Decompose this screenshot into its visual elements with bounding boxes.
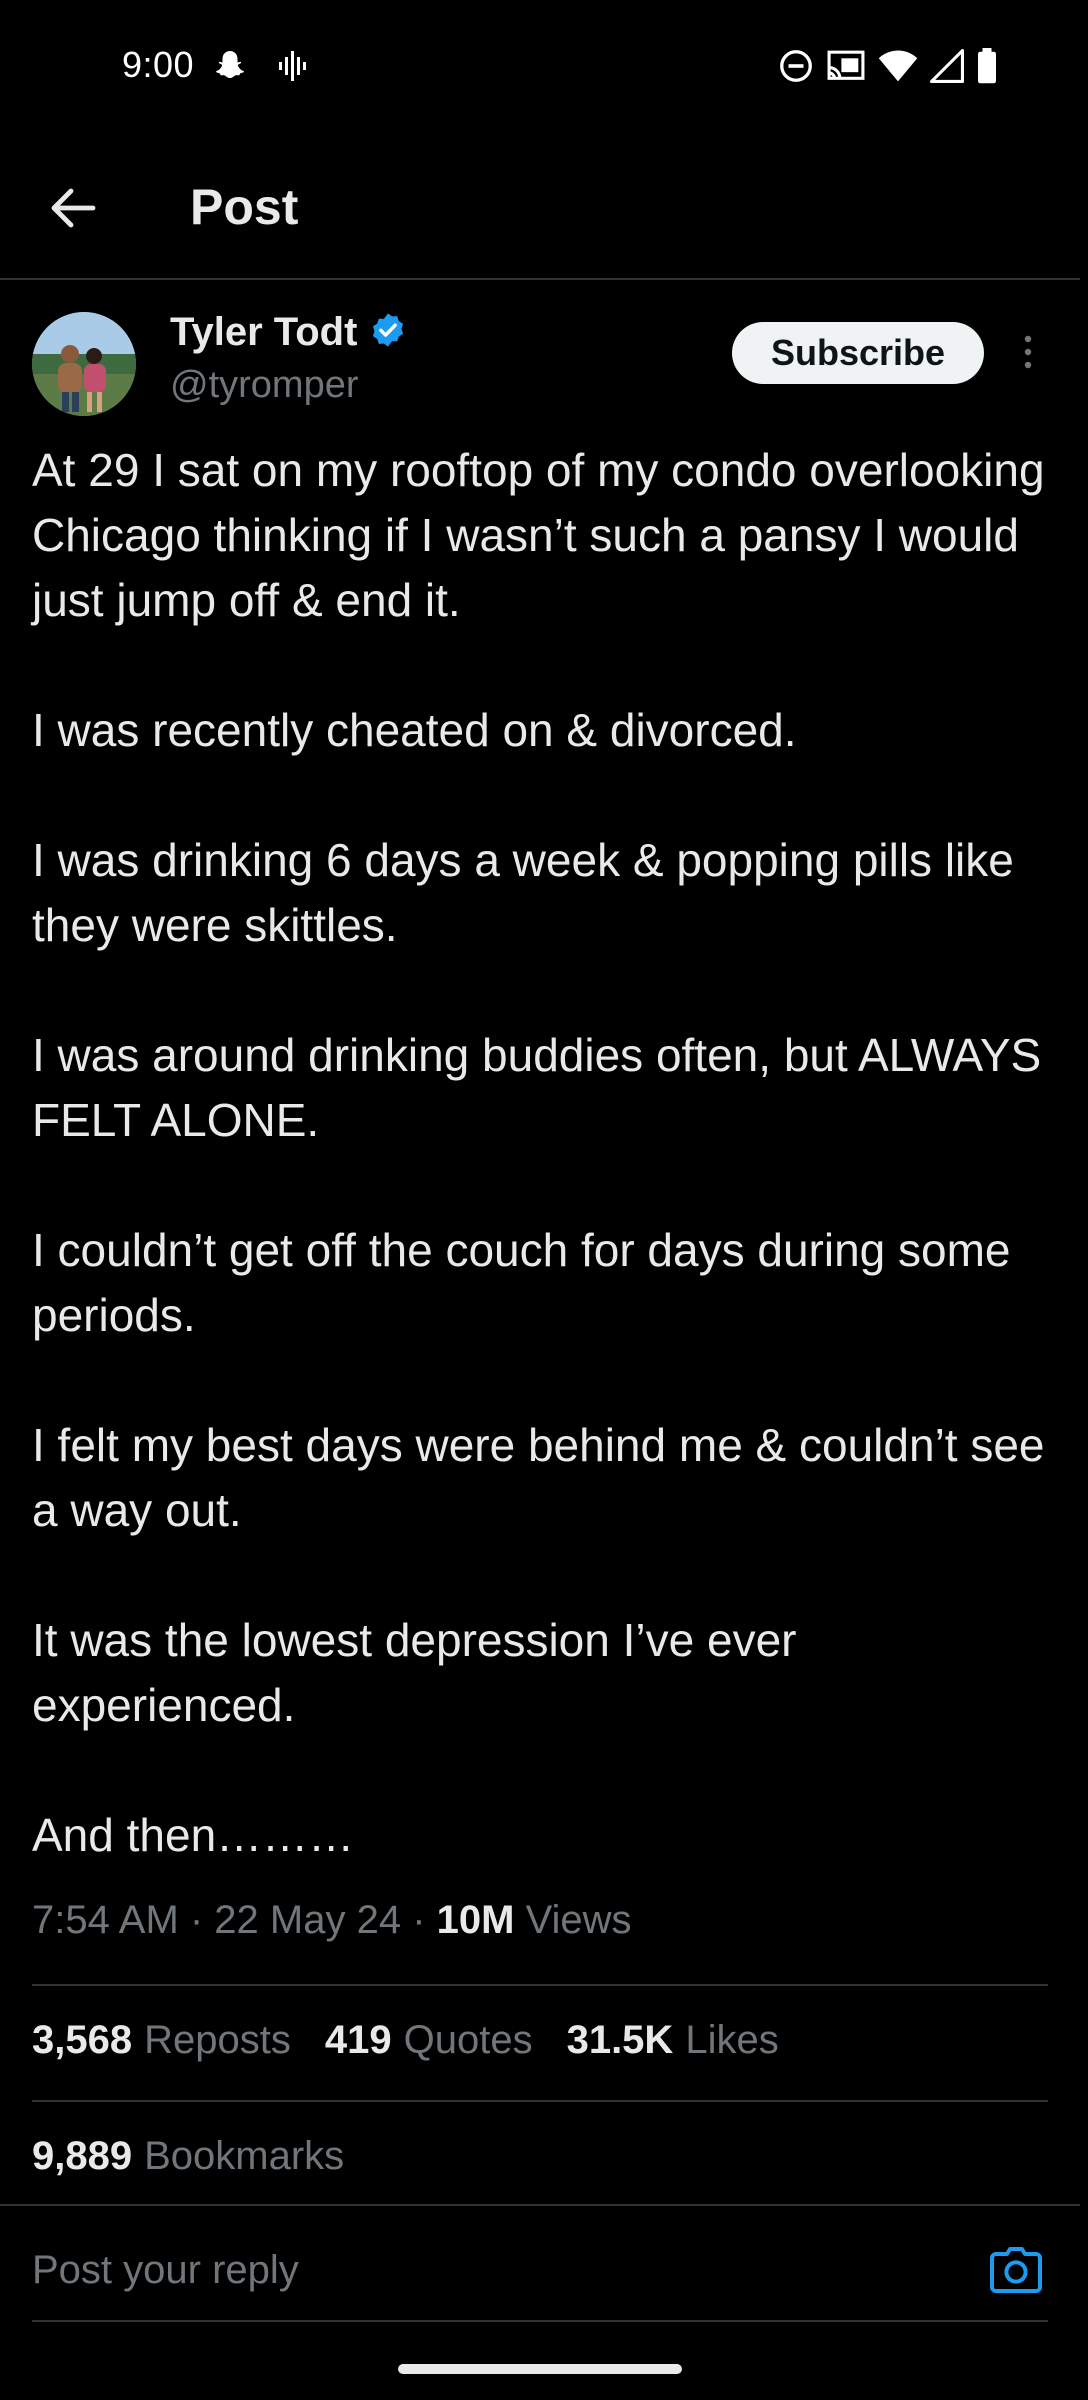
status-right-icons	[778, 48, 998, 84]
post-paragraph: It was the lowest depression I’ve ever e…	[32, 1614, 797, 1731]
camera-button[interactable]	[988, 2244, 1044, 2300]
bookmarks-stat[interactable]: 9,889 Bookmarks	[32, 2134, 344, 2179]
reposts-label: Reposts	[144, 2018, 291, 2062]
top-app-bar: Post	[0, 134, 1080, 280]
reposts-stat[interactable]: 3,568 Reposts	[32, 2018, 291, 2063]
post-paragraph: I felt my best days were behind me & cou…	[32, 1419, 1045, 1536]
avatar[interactable]	[32, 312, 136, 416]
audio-wave-icon	[278, 51, 306, 81]
cast-icon	[826, 48, 866, 84]
subscribe-button[interactable]: Subscribe	[732, 322, 984, 384]
battery-icon	[976, 48, 998, 84]
engagement-stats: 3,568 Reposts 419 Quotes 31.5K Likes	[32, 2018, 779, 2063]
reply-input[interactable]: Post your reply	[32, 2248, 299, 2293]
views-label: Views	[514, 1898, 632, 1942]
bookmarks-label: Bookmarks	[144, 2134, 345, 2178]
post-paragraph: And then………	[32, 1809, 355, 1861]
reposts-count: 3,568	[32, 2018, 133, 2062]
more-options-button[interactable]	[1010, 330, 1046, 378]
snapchat-icon	[212, 48, 248, 84]
cellular-signal-icon	[930, 49, 964, 83]
reply-bar-border	[0, 2204, 1080, 2206]
post-timestamp[interactable]: 7:54 AM · 22 May 24 ·	[32, 1898, 437, 1942]
likes-label: Likes	[685, 2018, 779, 2062]
post-text: At 29 I sat on my rooftop of my condo ov…	[32, 438, 1062, 1868]
post-meta: 7:54 AM · 22 May 24 · 10M Views	[32, 1898, 632, 1943]
likes-stat[interactable]: 31.5K Likes	[567, 2018, 779, 2063]
quotes-label: Quotes	[403, 2018, 533, 2062]
post-paragraph: At 29 I sat on my rooftop of my condo ov…	[32, 444, 1045, 626]
likes-count: 31.5K	[566, 2018, 674, 2062]
wifi-icon	[878, 49, 918, 83]
more-vertical-icon	[1023, 334, 1033, 375]
status-left-icons	[212, 48, 306, 84]
author-name-row[interactable]: Tyler Todt	[170, 310, 407, 355]
post-paragraph: I was drinking 6 days a week & popping p…	[32, 834, 1014, 951]
arrow-left-icon	[49, 187, 97, 234]
post-paragraph: I was recently cheated on & divorced.	[32, 704, 797, 756]
author-name[interactable]: Tyler Todt	[170, 310, 357, 355]
status-time: 9:00	[122, 44, 195, 85]
quotes-count: 419	[324, 2018, 392, 2062]
divider	[32, 1984, 1048, 1986]
views-count: 10M	[436, 1898, 515, 1942]
page-title: Post	[190, 179, 299, 235]
quotes-stat[interactable]: 419 Quotes	[325, 2018, 533, 2063]
camera-icon	[990, 2246, 1042, 2298]
home-indicator[interactable]	[398, 2364, 682, 2374]
do-not-disturb-icon	[778, 48, 814, 84]
author-handle[interactable]: @tyromper	[170, 364, 359, 407]
status-bar: 9:00	[0, 0, 1088, 134]
divider	[32, 2100, 1048, 2102]
reply-input-underline	[32, 2320, 1048, 2322]
back-button[interactable]	[38, 180, 108, 240]
post-paragraph: I was around drinking buddies often, but…	[32, 1029, 1042, 1146]
post-paragraph: I couldn’t get off the couch for days du…	[32, 1224, 1011, 1341]
verified-badge-icon	[369, 311, 407, 354]
bookmarks-count: 9,889	[32, 2134, 133, 2178]
